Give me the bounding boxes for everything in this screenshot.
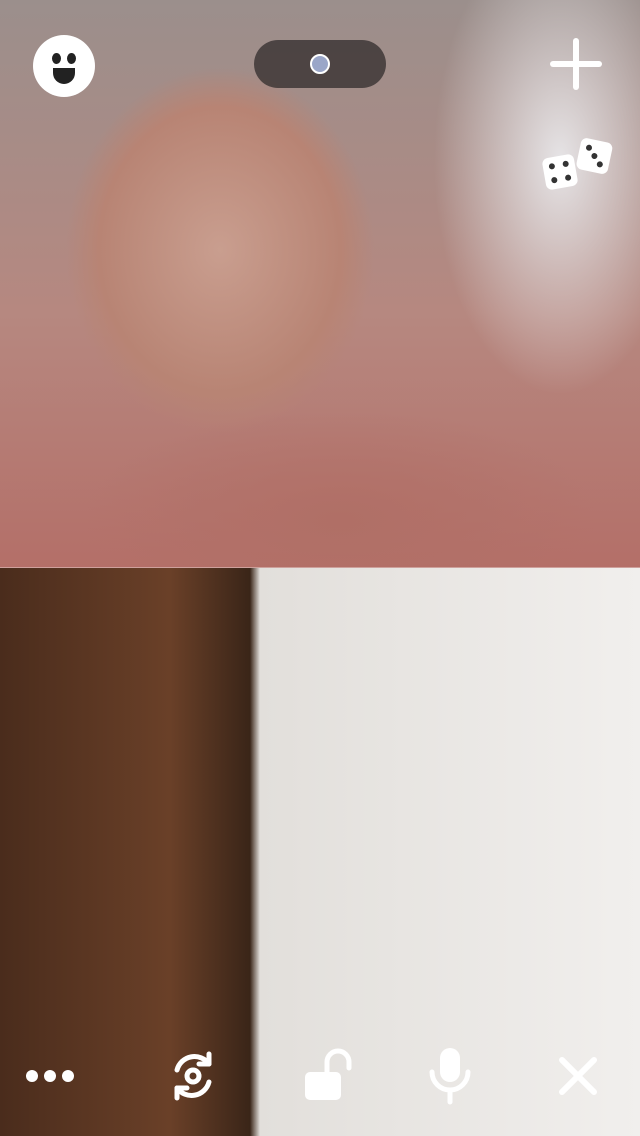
- end-call-button[interactable]: [548, 1046, 608, 1106]
- emoji-face-button[interactable]: [33, 35, 95, 97]
- more-dots-icon: [23, 1070, 77, 1082]
- add-person-button[interactable]: [548, 36, 604, 92]
- microphone-button[interactable]: [420, 1046, 480, 1106]
- close-icon: [559, 1057, 597, 1095]
- camera-toggle-icon: [310, 54, 330, 74]
- more-options-button[interactable]: [20, 1046, 80, 1106]
- dice-icon: [542, 138, 613, 190]
- camera-toggle-pill[interactable]: [254, 40, 386, 88]
- flip-camera-icon: [174, 1051, 212, 1101]
- microphone-icon: [429, 1048, 471, 1105]
- dice-game-button[interactable]: [540, 136, 616, 196]
- unlock-icon: [305, 1048, 352, 1100]
- flip-camera-button[interactable]: [163, 1046, 223, 1106]
- lock-toggle-button[interactable]: [297, 1046, 357, 1106]
